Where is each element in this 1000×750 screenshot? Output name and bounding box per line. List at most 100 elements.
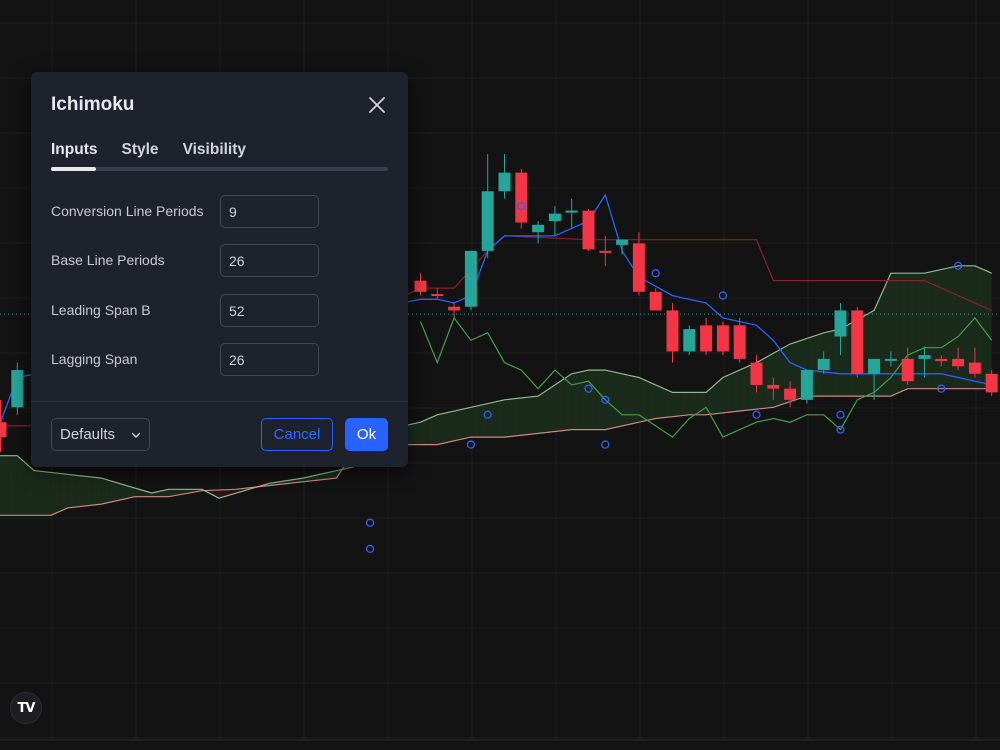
bearish-candle bbox=[649, 291, 662, 311]
bearish-candle bbox=[632, 243, 645, 292]
cloud-segment bbox=[17, 455, 26, 516]
cloud-segment bbox=[34, 470, 43, 516]
bearish-candle bbox=[414, 280, 427, 292]
conversion-line-periods-input[interactable] bbox=[220, 195, 319, 228]
ok-button[interactable]: Ok bbox=[345, 418, 388, 451]
bearish-candle bbox=[582, 210, 595, 250]
cloud-segment bbox=[554, 379, 564, 432]
bearish-candle bbox=[784, 388, 797, 400]
bearish-candle bbox=[515, 172, 528, 223]
cloud-segment bbox=[571, 371, 581, 430]
cloud-segment bbox=[647, 381, 656, 421]
conversion-line-periods-label: Conversion Line Periods bbox=[51, 203, 204, 219]
cloud-segment bbox=[731, 370, 740, 412]
cloud-segment bbox=[739, 366, 749, 412]
bullish-candle bbox=[800, 370, 813, 400]
cancel-button[interactable]: Cancel bbox=[261, 418, 333, 451]
lagging-span-row: Lagging Span bbox=[51, 343, 321, 376]
bearish-candle bbox=[750, 362, 763, 385]
base-line-periods-input[interactable] bbox=[220, 244, 319, 277]
bearish-candle bbox=[985, 373, 998, 393]
cloud-segment bbox=[563, 373, 572, 431]
tab-inputs[interactable]: Inputs bbox=[51, 141, 98, 159]
bullish-candle bbox=[565, 210, 578, 213]
bullish-candle bbox=[834, 310, 847, 337]
line-marker-point bbox=[365, 544, 375, 553]
bullish-candle bbox=[532, 224, 545, 233]
cloud-segment bbox=[50, 472, 60, 516]
cloud-segment bbox=[924, 271, 933, 389]
cloud-segment bbox=[958, 265, 967, 389]
cloud-segment bbox=[546, 384, 555, 433]
line-marker-point bbox=[466, 440, 476, 449]
cloud-segment bbox=[680, 392, 690, 416]
cloud-segment bbox=[630, 375, 639, 425]
bearish-candle bbox=[968, 362, 981, 374]
cloud-segment bbox=[714, 377, 723, 414]
bearish-candle bbox=[666, 310, 679, 352]
cloud-segment bbox=[0, 455, 9, 516]
cloud-segment bbox=[983, 269, 992, 389]
bearish-candle bbox=[935, 358, 948, 362]
bearish-candle bbox=[448, 306, 461, 311]
bearish-candle bbox=[952, 358, 965, 367]
chevron-down-icon bbox=[131, 432, 141, 438]
tradingview-logo-text: TV bbox=[17, 700, 36, 716]
bullish-candle bbox=[918, 355, 931, 359]
cloud-segment bbox=[420, 418, 429, 445]
bullish-candle bbox=[464, 250, 477, 307]
line-marker-point bbox=[601, 440, 610, 449]
cloud-segment bbox=[622, 373, 631, 426]
close-icon[interactable] bbox=[368, 96, 386, 114]
cloud-segment bbox=[941, 267, 950, 389]
cloud-segment bbox=[664, 388, 673, 418]
lagging-span-input[interactable] bbox=[220, 343, 319, 376]
cloud-segment bbox=[538, 390, 547, 434]
dialog-title: Ichimoku bbox=[51, 94, 135, 115]
cloud-segment bbox=[504, 398, 513, 438]
bullish-candle bbox=[548, 213, 561, 222]
line-marker-point bbox=[651, 269, 660, 278]
bullish-candle bbox=[683, 329, 696, 352]
cloud-segment bbox=[882, 273, 891, 397]
bullish-candle bbox=[817, 358, 830, 371]
cloud-segment bbox=[916, 273, 925, 389]
line-marker-point bbox=[836, 410, 845, 419]
leading-span-b-input[interactable] bbox=[220, 294, 319, 327]
tab-style[interactable]: Style bbox=[122, 141, 159, 159]
bearish-candle bbox=[851, 310, 864, 374]
cloud-segment bbox=[428, 414, 438, 445]
cloud-segment bbox=[722, 373, 732, 413]
cloud-segment bbox=[588, 370, 597, 430]
defaults-label: Defaults bbox=[60, 426, 116, 443]
cloud-segment bbox=[445, 411, 455, 443]
tradingview-logo-icon[interactable]: TV bbox=[10, 692, 42, 724]
leading-span-b-label: Leading Span B bbox=[51, 302, 151, 318]
cloud-segment bbox=[479, 403, 488, 438]
cloud-segment bbox=[42, 471, 51, 516]
cloud-segment bbox=[101, 478, 110, 505]
bullish-candle bbox=[498, 172, 511, 192]
base-line-periods-label: Base Line Periods bbox=[51, 252, 165, 268]
lagging-span-label: Lagging Span bbox=[51, 351, 138, 367]
cloud-segment bbox=[613, 371, 623, 428]
cloud-segment bbox=[412, 422, 421, 445]
tab-visibility[interactable]: Visibility bbox=[183, 141, 246, 159]
cloud-segment bbox=[59, 473, 68, 512]
cloud-segment bbox=[512, 397, 522, 437]
bullish-candle bbox=[616, 239, 629, 245]
cloud-segment bbox=[8, 455, 18, 516]
cloud-segment bbox=[92, 477, 102, 506]
cloud-segment bbox=[470, 405, 480, 438]
cloud-segment bbox=[67, 474, 77, 508]
cloud-segment bbox=[764, 353, 774, 409]
cloud-segment bbox=[580, 370, 589, 430]
bearish-candle bbox=[733, 325, 746, 359]
cloud-segment bbox=[529, 396, 539, 435]
cloud-segment bbox=[672, 392, 681, 417]
active-tab-indicator bbox=[51, 167, 96, 171]
bearish-candle bbox=[716, 325, 729, 352]
defaults-dropdown[interactable]: Defaults bbox=[51, 418, 150, 451]
cloud-segment bbox=[496, 399, 505, 438]
cloud-segment bbox=[521, 397, 530, 436]
